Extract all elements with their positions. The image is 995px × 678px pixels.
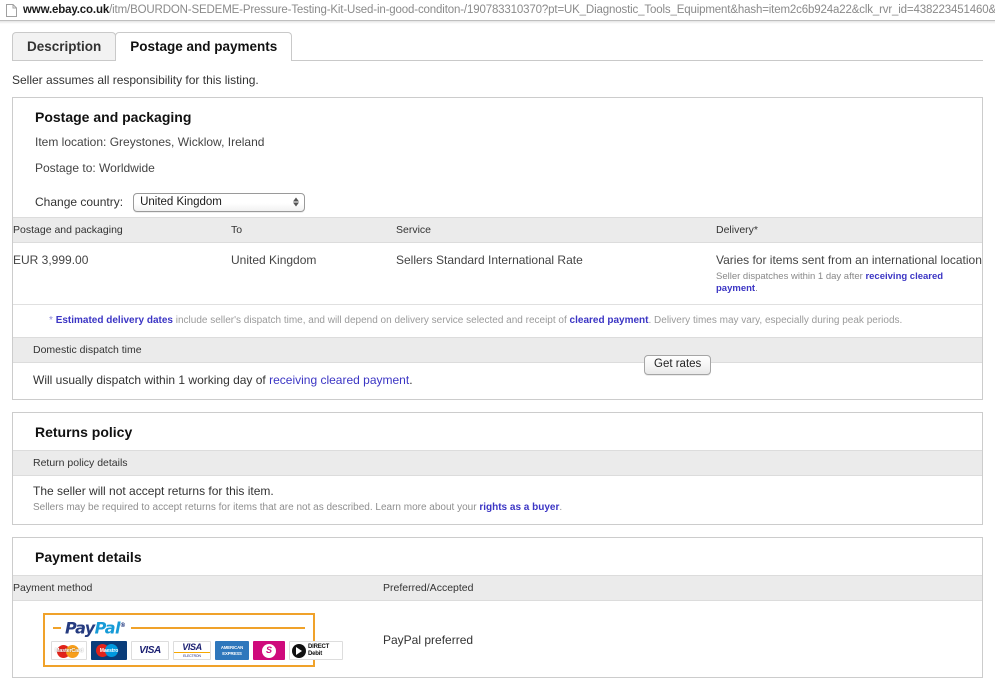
maestro-card-icon: Maestro [91, 641, 127, 660]
tab-description-label: Description [27, 39, 102, 54]
page-content: Description Postage and payments Seller … [0, 24, 995, 678]
postage-table-header-row: Postage and packaging To Service Deliver… [13, 217, 982, 243]
direct-debit-label-2: Debit [308, 650, 323, 657]
visa-electron-sub-label: ELECTRON [174, 652, 210, 659]
payment-body: PayPal® MasterCard Maestro VISA VISA ELE… [13, 601, 982, 677]
amex-label: AMERICAN EXPRESS [220, 645, 244, 656]
payment-section-title: Payment details [35, 549, 142, 565]
column-header-payment-method: Payment method [13, 575, 383, 601]
returns-sub-pre: Sellers may be required to accept return… [33, 502, 480, 513]
returns-policy-card: Returns policy Return policy details The… [12, 412, 983, 525]
country-select[interactable]: United Kingdom [133, 192, 306, 212]
change-country-row: Change country: United Kingdom Get rates [13, 187, 982, 375]
cell-to: United Kingdom [231, 253, 317, 267]
footnote-mid2: . Delivery times may vary, especially du… [648, 315, 903, 326]
postage-section-title: Postage and packaging [35, 109, 192, 125]
column-header-postage: Postage and packaging [13, 217, 231, 243]
payment-table: Payment method Preferred/Accepted [13, 575, 982, 601]
direct-debit-label-1: DIRECT [308, 644, 330, 650]
delivery-sub-pre: Seller dispatches within 1 day after [716, 271, 866, 282]
payment-details-card: Payment details Payment method Preferred… [12, 537, 983, 678]
cell-price: EUR 3,999.00 [13, 253, 89, 267]
visa-electron-label: VISA [182, 642, 202, 652]
postage-rates-table: Postage and packaging To Service Deliver… [13, 217, 982, 363]
paypal-brand-pay: Pay [65, 618, 95, 638]
paypal-rule-right [131, 626, 305, 629]
column-header-delivery: Delivery* [716, 217, 982, 243]
domestic-receiving-cleared-payment-link[interactable]: receiving cleared payment [269, 373, 409, 387]
domestic-post: . [409, 373, 413, 387]
domestic-dispatch-text: Will usually dispatch within 1 working d… [13, 363, 982, 399]
postage-footnote-row: * Estimated delivery dates include selle… [13, 304, 982, 338]
paypal-wordmark: PayPal® [51, 618, 307, 637]
visa-label: VISA [139, 645, 161, 656]
maestro-label: Maestro [99, 647, 119, 654]
footnote-mid1: include seller's dispatch time, and will… [172, 315, 570, 326]
column-header-preferred-accepted: Preferred/Accepted [383, 575, 982, 601]
tab-description[interactable]: Description [12, 32, 117, 61]
paypal-brand-pal: Pal [94, 618, 121, 638]
payment-method-cell: PayPal® MasterCard Maestro VISA VISA ELE… [13, 601, 383, 677]
tab-postage-and-payments-label: Postage and payments [130, 39, 278, 54]
postage-footnote: * Estimated delivery dates include selle… [13, 304, 982, 338]
change-country-label: Change country: [35, 195, 124, 209]
document-icon [6, 3, 17, 17]
footnote-star: * [49, 315, 53, 326]
cell-delivery: Varies for items sent from an internatio… [716, 243, 982, 305]
paypal-logo-block: PayPal® MasterCard Maestro VISA VISA ELE… [43, 613, 343, 667]
delivery-main-text: Varies for items sent from an internatio… [716, 253, 982, 267]
solo-label: S [265, 645, 272, 655]
direct-debit-icon: DIRECT Debit [289, 641, 343, 660]
item-location: Item location: Greystones, Wicklow, Irel… [35, 135, 265, 149]
postage-to: Postage to: Worldwide [35, 161, 155, 175]
url-path: /itm/BOURDON-SEDEME-Pressure-Testing-Kit… [109, 3, 995, 16]
browser-url-bar[interactable]: www.ebay.co.uk/itm/BOURDON-SEDEME-Pressu… [0, 0, 995, 21]
column-header-to: To [231, 217, 396, 243]
cleared-payment-link[interactable]: cleared payment [570, 315, 649, 326]
returns-sub-text: Sellers may be required to accept return… [13, 498, 982, 524]
estimated-delivery-dates-link[interactable]: Estimated delivery dates [56, 315, 173, 326]
domestic-dispatch-header-row: Domestic dispatch time [13, 337, 982, 363]
returns-sub-post: . [559, 502, 563, 513]
get-rates-button[interactable]: Get rates [644, 355, 712, 375]
stepper-arrows-icon [292, 196, 299, 209]
returns-main-text: The seller will not accept returns for t… [33, 484, 274, 498]
paypal-brand-text: PayPal® [65, 618, 126, 638]
postage-table-row: EUR 3,999.00 United Kingdom Sellers Stan… [13, 243, 982, 305]
get-rates-label: Get rates [654, 358, 702, 370]
mastercard-card-icon: MasterCard [51, 641, 87, 660]
return-policy-details-header: Return policy details [13, 450, 982, 476]
domestic-pre: Will usually dispatch within 1 working d… [33, 373, 270, 387]
solo-card-icon: S [253, 641, 285, 660]
visa-electron-card-icon: VISA ELECTRON [173, 641, 211, 660]
returns-section-title: Returns policy [35, 424, 133, 440]
accepted-cards-row: MasterCard Maestro VISA VISA ELECTRON AM… [51, 637, 343, 660]
postage-and-packaging-card: Postage and packaging Item location: Gre… [12, 97, 983, 400]
tab-bar: Description Postage and payments [12, 24, 983, 62]
url-host: www.ebay.co.uk [23, 3, 110, 16]
delivery-sub-text: Seller dispatches within 1 day after rec… [716, 271, 982, 295]
column-header-service: Service [396, 217, 716, 243]
payment-table-header-row: Payment method Preferred/Accepted [13, 575, 982, 601]
paypal-rule-left [53, 626, 61, 629]
american-express-card-icon: AMERICAN EXPRESS [215, 641, 249, 660]
domestic-dispatch-header: Domestic dispatch time [13, 337, 982, 363]
payment-preferred-cell: PayPal preferred [383, 633, 474, 647]
visa-card-icon: VISA [131, 641, 169, 660]
cell-service: Sellers Standard International Rate [396, 253, 583, 267]
rights-as-a-buyer-link[interactable]: rights as a buyer [479, 502, 559, 513]
url-text: www.ebay.co.uk/itm/BOURDON-SEDEME-Pressu… [23, 0, 995, 20]
mastercard-label: MasterCard [54, 647, 84, 654]
delivery-sub-post: . [755, 283, 758, 294]
tab-postage-and-payments[interactable]: Postage and payments [115, 32, 293, 62]
country-select-value: United Kingdom [140, 196, 222, 208]
responsibility-note: Seller assumes all responsibility for th… [12, 73, 259, 87]
paypal-trademark: ® [119, 622, 126, 630]
